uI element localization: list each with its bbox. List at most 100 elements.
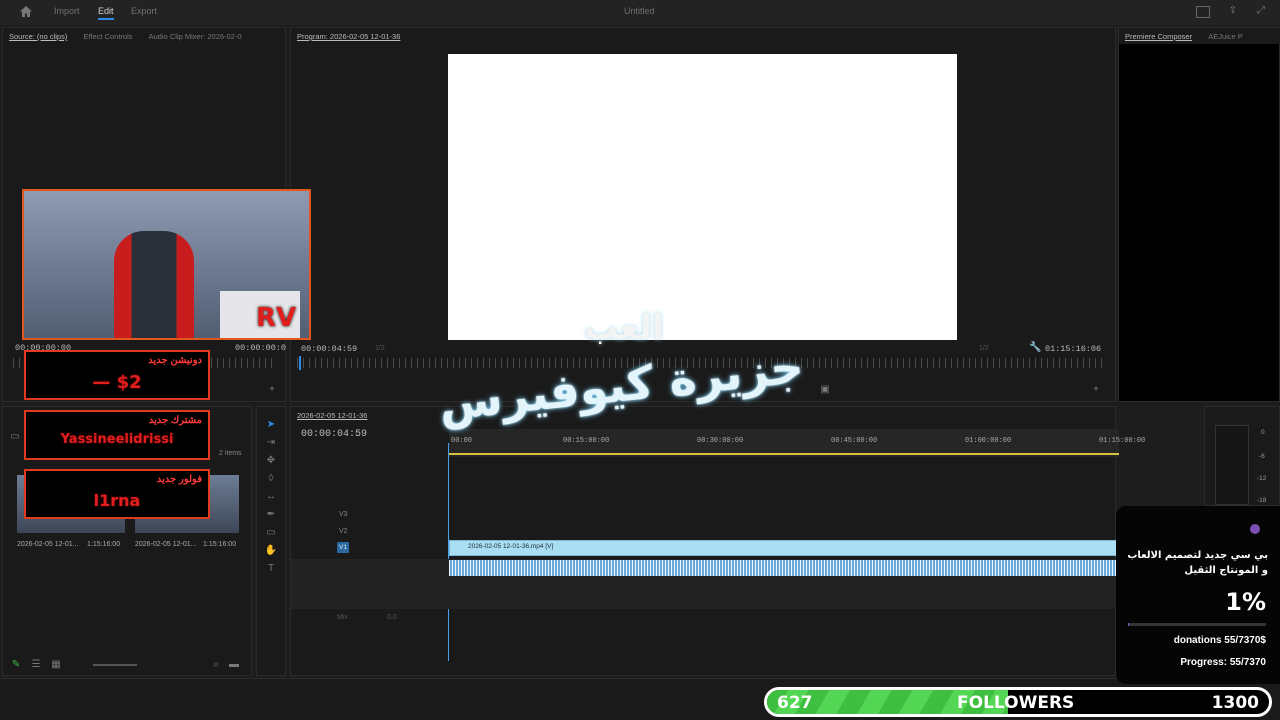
meter-label-6: -6 xyxy=(1259,453,1265,460)
program-timecode: 00:00:04:59 xyxy=(301,344,358,354)
donation-progress-fill xyxy=(1128,623,1130,626)
tab-audio-clip-mixer[interactable]: Audio Clip Mixer: 2026-02-0 xyxy=(149,32,242,41)
right-tabs: Premiere Composer AEJuice P xyxy=(1119,28,1280,44)
import-tab[interactable]: Import xyxy=(54,6,80,16)
master-track-label: Mix xyxy=(337,614,348,621)
donation-card-icon xyxy=(1250,524,1260,534)
hand-tool-icon[interactable]: ✋ xyxy=(264,545,278,556)
track-v2[interactable]: V2 xyxy=(339,528,348,535)
ruler-label-1: 00:15:00:00 xyxy=(563,437,610,445)
top-bar: Import Edit Export Untitled ⇪ ⤢ xyxy=(0,0,1280,25)
subscriber-alert: مشترك جديد Yassineelidrissi xyxy=(24,410,210,460)
right-panel: Premiere Composer AEJuice P xyxy=(1118,27,1280,402)
ruler-labels: 00:00 00:15:00:00 00:30:00:00 00:45:00:0… xyxy=(449,437,1145,447)
followers-goal: 1300 xyxy=(1211,693,1259,713)
tab-effect-controls[interactable]: Effect Controls xyxy=(83,32,132,41)
video-clip-label: 2026-02-05 12-01-36.mp4 [V] xyxy=(468,543,554,550)
meter-label-18: -18 xyxy=(1257,497,1267,504)
clip-name-1: 2026-02-05 12-01... xyxy=(17,541,79,548)
source-timecode-right: 00:00:00:0 xyxy=(235,343,287,353)
follower-alert-value: l1rna xyxy=(93,491,141,510)
donation-goal-card: بي سي جديد لتصميم الالعاب و المونتاج الث… xyxy=(1116,506,1280,684)
cam-logo: RV xyxy=(256,303,297,333)
subscriber-alert-value: Yassineelidrissi xyxy=(60,432,174,447)
timeline-timecode: 00:00:04:59 xyxy=(301,429,368,440)
track-v1[interactable]: V1 xyxy=(337,542,349,553)
donation-percent: 1% xyxy=(1225,588,1266,616)
pen-tool-icon[interactable]: ✒ xyxy=(264,509,278,520)
clip-name-2: 2026-02-05 12-01... xyxy=(135,541,197,548)
followers-goal-bar: 627 FOLLOWERS 1300 xyxy=(764,687,1272,717)
tab-aejuice[interactable]: AEJuice P xyxy=(1208,32,1243,41)
audio-meter-panel: 0 -6 -12 -18 xyxy=(1204,406,1280,506)
document-title: Untitled xyxy=(624,6,655,16)
tab-source[interactable]: Source: (no clips) xyxy=(9,32,67,41)
new-item-icon[interactable]: ▬ xyxy=(229,659,239,670)
camera-icon[interactable]: ▣ xyxy=(819,384,831,395)
ruler-label-4: 01:00:00:00 xyxy=(965,437,1012,445)
donation-alert: دونيشن جديد — $2 xyxy=(24,350,210,400)
tab-premiere-composer[interactable]: Premiere Composer xyxy=(1125,32,1192,41)
type-tool-icon[interactable]: T xyxy=(264,563,278,574)
search-icon[interactable]: ⌕ xyxy=(211,659,221,670)
donation-alert-label: دونيشن جديد xyxy=(148,355,202,366)
donation-goal-title: بي سي جديد لتصميم الالعاب و المونتاج الث… xyxy=(1127,550,1268,576)
audio-clip-a1[interactable] xyxy=(449,560,1117,576)
ruler-label-0: 00:00 xyxy=(451,437,473,445)
export-tab[interactable]: Export xyxy=(131,6,157,16)
resolution-select[interactable]: 1/2 xyxy=(979,345,989,352)
track-v3[interactable]: V3 xyxy=(339,511,348,518)
program-panel: Program: 2026-02-05 12-01-36 00:00:04:59… xyxy=(290,27,1116,402)
bin-icon[interactable]: ▭ xyxy=(9,431,21,442)
add-button-icon[interactable]: + xyxy=(267,384,277,395)
follower-alert-label: فولور جديد xyxy=(156,474,202,485)
items-count: 2 items xyxy=(219,450,242,457)
work-area-bar[interactable] xyxy=(449,453,1119,455)
donation-amount: donations 55/7370$ xyxy=(1173,635,1266,646)
tab-sequence[interactable]: 2026-02-05 12-01-36 xyxy=(297,411,367,420)
audio-meter-bar xyxy=(1215,425,1249,505)
fit-select[interactable]: 1/2 xyxy=(375,345,385,352)
followers-label: FOLLOWERS xyxy=(957,693,1075,713)
zoom-slider[interactable] xyxy=(93,664,137,666)
video-clip[interactable]: 2026-02-05 12-01-36.mp4 [V] xyxy=(449,540,1117,556)
slip-tool-icon[interactable]: ↔ xyxy=(264,491,278,502)
ruler-label-3: 00:45:00:00 xyxy=(831,437,878,445)
program-duration: 01:15:16:06 xyxy=(1045,344,1102,354)
share-icon[interactable]: ⇪ xyxy=(1226,5,1240,17)
wrench-icon[interactable]: 🔧 xyxy=(1029,342,1041,353)
selection-tool-icon[interactable]: ➤ xyxy=(264,419,278,430)
pencil-icon[interactable]: ✎ xyxy=(11,659,21,670)
program-title: Program: 2026-02-05 12-01-36 xyxy=(291,28,691,44)
edit-tab[interactable]: Edit xyxy=(98,6,114,20)
rectangle-tool-icon[interactable]: ▭ xyxy=(264,527,278,538)
webcam-chair xyxy=(114,231,194,338)
donation-progress-text: Progress: 55/7370 xyxy=(1180,657,1266,668)
ruler-label-2: 00:30:00:00 xyxy=(697,437,744,445)
workspace-icon[interactable] xyxy=(1196,6,1210,18)
master-track-value: 0.0 xyxy=(387,614,397,621)
list-view-icon[interactable]: ☰ xyxy=(31,659,41,670)
ripple-edit-icon[interactable]: ✥ xyxy=(264,455,278,466)
add-program-button-icon[interactable]: + xyxy=(1091,384,1101,395)
fullscreen-icon[interactable]: ⤢ xyxy=(1254,5,1268,17)
tab-program[interactable]: Program: 2026-02-05 12-01-36 xyxy=(297,32,400,41)
icon-view-icon[interactable]: ▦ xyxy=(51,659,61,670)
home-icon[interactable] xyxy=(18,5,34,19)
followers-current: 627 xyxy=(777,693,813,713)
tools-panel: ➤ ⇥ ✥ ◊ ↔ ✒ ▭ ✋ T xyxy=(256,406,286,676)
source-tabs: Source: (no clips) Effect Controls Audio… xyxy=(3,28,287,44)
clip-duration-1: 1:15:16:00 xyxy=(87,541,121,548)
donation-progress-track xyxy=(1128,623,1266,626)
timeline-panel: 2026-02-05 12-01-36 00:00:04:59 00:00 00… xyxy=(290,406,1145,676)
program-canvas xyxy=(448,54,957,340)
clip-duration-2: 1:15:16:00 xyxy=(203,541,237,548)
webcam-overlay: RV xyxy=(22,189,311,340)
follower-alert: فولور جديد l1rna xyxy=(24,469,210,519)
program-playhead[interactable] xyxy=(299,356,301,370)
meter-label-12: -12 xyxy=(1257,475,1267,482)
ruler-label-5: 01:15:00:00 xyxy=(1099,437,1146,445)
track-select-icon[interactable]: ⇥ xyxy=(264,437,278,448)
donation-alert-value: — $2 xyxy=(92,372,142,393)
razor-tool-icon[interactable]: ◊ xyxy=(264,473,278,484)
